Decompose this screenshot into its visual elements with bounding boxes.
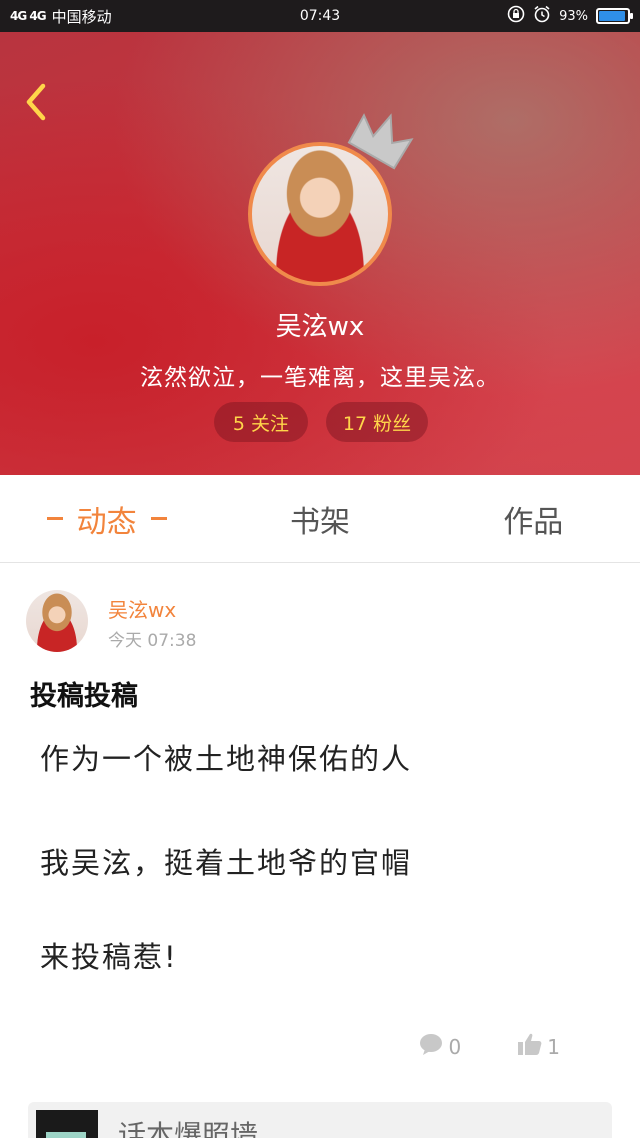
status-bar: 4G 4G 中国移动 07:43 93% [0,0,640,32]
battery-icon [596,8,633,24]
thumbs-up-icon [517,1032,543,1061]
profile-header: 吴泫wx 泫然欲泣，一笔难离，这里吴泫。 5 关注 17 粉丝 [0,32,640,475]
followers-button[interactable]: 17 粉丝 [326,402,428,442]
profile-motto: 泫然欲泣，一笔难离，这里吴泫。 [140,365,500,391]
alarm-icon [533,5,551,27]
shared-post-thumbnail [36,1110,98,1138]
chevron-left-icon [21,82,51,126]
comment-button[interactable]: 0 [419,1033,462,1060]
carrier-name: 中国移动 [51,7,112,26]
profile-nickname: 吴泫wx [275,312,365,342]
like-button[interactable]: 1 [517,1032,560,1061]
tab-label: 作品 [503,504,564,540]
post-timestamp: 今天 07:38 [108,631,197,651]
post-title: 投稿投稿 [30,681,138,712]
signal-icon: 4G 4G [10,9,47,23]
shared-post-title: 话本爆照墙 [118,1119,259,1138]
following-button[interactable]: 5 关注 [214,402,308,442]
battery-level [599,11,626,21]
tab-active-dash-right [150,517,167,520]
post-text-line: 我吴泫，挺着土地爷的官帽 [40,846,413,880]
profile-tabs: 动态 书架 作品 [0,475,640,563]
back-button[interactable] [14,82,58,126]
crown-icon [344,112,416,176]
tab-active-dash-left [46,517,63,520]
tab-bookshelf[interactable]: 书架 [213,475,426,562]
shared-post-card[interactable]: 话本爆照墙 [28,1102,612,1138]
post-text-line: 来投稿惹! [40,940,178,974]
avatar[interactable] [26,590,88,652]
post-actions: 0 1 [419,1032,560,1061]
like-count: 1 [547,1034,560,1059]
feed-post: 吴泫wx 今天 07:38 投稿投稿 作为一个被土地神保佑的人 我吴泫，挺着土地… [0,564,640,1138]
tab-works[interactable]: 作品 [427,475,640,562]
tab-label: 书架 [289,504,350,540]
tab-label: 动态 [76,504,137,540]
comment-icon [419,1033,445,1060]
battery-percent: 93% [559,8,588,24]
lock-rotation-icon [507,5,525,27]
comment-count: 0 [448,1034,462,1059]
tab-feed[interactable]: 动态 [0,475,213,562]
profile-avatar-container [248,113,414,286]
post-text-line: 作为一个被土地神保佑的人 [40,742,413,776]
post-author[interactable]: 吴泫wx [108,594,176,623]
